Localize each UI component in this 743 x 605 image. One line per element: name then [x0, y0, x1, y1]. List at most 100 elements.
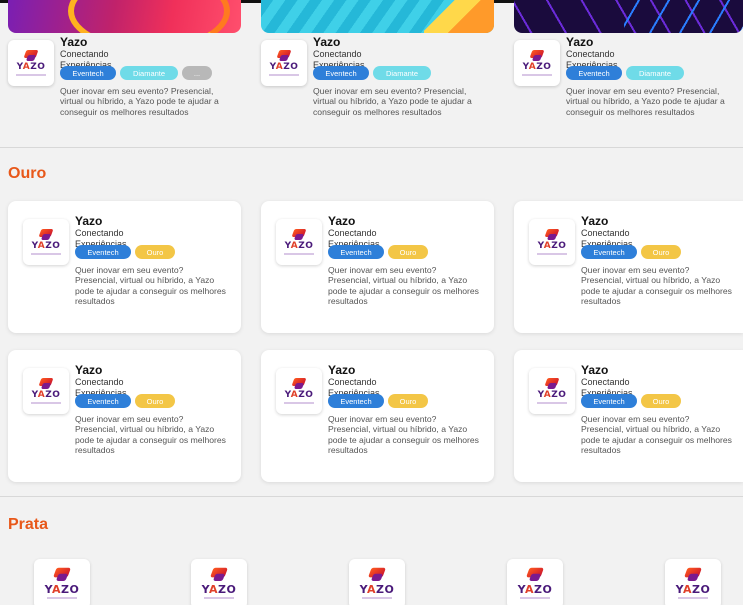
tag-eventech[interactable]: Eventech: [328, 245, 384, 259]
tag-list: Eventech Diamante: [566, 66, 684, 80]
section-title-ouro: Ouro: [8, 165, 47, 182]
yazo-logo-mark: [23, 50, 39, 62]
yazo-logo-icon[interactable]: YAZO: [276, 219, 322, 265]
logo-subline: [284, 253, 314, 255]
yazo-logo-icon[interactable]: YAZO: [514, 40, 560, 86]
yazo-logo-icon[interactable]: YAZO: [34, 559, 90, 605]
tag-eventech[interactable]: Eventech: [75, 245, 131, 259]
tag-eventech[interactable]: Eventech: [328, 394, 384, 408]
yazo-logo-mark: [367, 568, 386, 582]
tag-list: Eventech Ouro: [328, 245, 428, 259]
yazo-logo-icon[interactable]: YAZO: [8, 40, 54, 86]
logo-subline: [16, 74, 46, 76]
yazo-logo-icon[interactable]: YAZO: [23, 368, 69, 414]
logo-subline: [31, 253, 61, 255]
yazo-logo-mark: [544, 229, 560, 241]
logo-subline: [362, 597, 392, 599]
sponsor-name[interactable]: Yazo: [328, 215, 355, 228]
tag-list: Eventech Ouro: [75, 245, 175, 259]
yazo-logo-text: YAZO: [359, 583, 395, 596]
yazo-logo-icon[interactable]: YAZO: [349, 559, 405, 605]
sponsor-name[interactable]: Yazo: [566, 36, 593, 49]
sponsor-description: Quer inovar em seu evento? Presencial, v…: [313, 86, 472, 117]
section-divider: [0, 496, 743, 497]
tag-ouro[interactable]: Ouro: [135, 245, 175, 259]
sponsor-banner-image[interactable]: [8, 0, 241, 33]
sponsor-name[interactable]: Yazo: [75, 215, 102, 228]
yazo-logo-icon[interactable]: YAZO: [529, 219, 575, 265]
section-title-prata: Prata: [8, 516, 49, 533]
tag-list: Eventech Ouro: [581, 245, 681, 259]
yazo-logo-text: YAZO: [284, 241, 314, 251]
tag-ouro[interactable]: Ouro: [135, 394, 175, 408]
yazo-logo-mark: [683, 568, 702, 582]
tag-eventech[interactable]: Eventech: [313, 66, 369, 80]
sponsor-description: Quer inovar em seu evento? Presencial, v…: [60, 86, 219, 117]
tag-ouro[interactable]: Ouro: [641, 245, 681, 259]
sponsor-description: Quer inovar em seu evento? Presencial, v…: [581, 414, 732, 456]
sponsor-description: Quer inovar em seu evento? Presencial, v…: [566, 86, 725, 117]
yazo-logo-text: YAZO: [16, 62, 46, 72]
yazo-logo-icon[interactable]: YAZO: [529, 368, 575, 414]
sponsor-name[interactable]: Yazo: [328, 364, 355, 377]
yazo-logo-mark: [52, 568, 71, 582]
tag-list: Eventech Ouro: [581, 394, 681, 408]
yazo-logo-text: YAZO: [31, 241, 61, 251]
sponsor-description: Quer inovar em seu evento? Presencial, v…: [75, 414, 226, 456]
sponsor-name[interactable]: Yazo: [60, 36, 87, 49]
yazo-logo-text: YAZO: [537, 390, 567, 400]
logo-subline: [678, 597, 708, 599]
tag-eventech[interactable]: Eventech: [60, 66, 116, 80]
section-divider: [0, 147, 743, 148]
yazo-logo-mark: [529, 50, 545, 62]
logo-subline: [537, 253, 567, 255]
sponsor-description: Quer inovar em seu evento? Presencial, v…: [75, 265, 226, 307]
yazo-logo-text: YAZO: [675, 583, 711, 596]
yazo-logo-icon[interactable]: YAZO: [665, 559, 721, 605]
yazo-logo-mark: [38, 229, 54, 241]
tag-ouro[interactable]: Ouro: [388, 245, 428, 259]
tag-eventech[interactable]: Eventech: [75, 394, 131, 408]
yazo-logo-icon[interactable]: YAZO: [261, 40, 307, 86]
yazo-logo-mark: [38, 378, 54, 390]
sponsor-description: Quer inovar em seu evento? Presencial, v…: [328, 414, 479, 456]
logo-subline: [520, 597, 550, 599]
tag-more-button[interactable]: ...: [182, 66, 212, 80]
tag-diamante[interactable]: Diamante: [373, 66, 431, 80]
logo-subline: [269, 74, 299, 76]
logo-subline: [47, 597, 77, 599]
tag-eventech[interactable]: Eventech: [566, 66, 622, 80]
yazo-logo-mark: [276, 50, 292, 62]
logo-subline: [537, 402, 567, 404]
tag-ouro[interactable]: Ouro: [641, 394, 681, 408]
yazo-logo-mark: [544, 378, 560, 390]
logo-subline: [522, 74, 552, 76]
logo-subline: [31, 402, 61, 404]
sponsor-name[interactable]: Yazo: [313, 36, 340, 49]
yazo-logo-icon[interactable]: YAZO: [23, 219, 69, 265]
sponsor-description: Quer inovar em seu evento? Presencial, v…: [581, 265, 732, 307]
sponsor-banner-image[interactable]: [261, 0, 494, 33]
tag-eventech[interactable]: Eventech: [581, 394, 637, 408]
yazo-logo-mark: [525, 568, 544, 582]
tag-list: Eventech Diamante...: [60, 66, 212, 80]
tag-list: Eventech Diamante: [313, 66, 431, 80]
sponsor-banner-image[interactable]: [514, 0, 743, 33]
yazo-logo-mark: [291, 229, 307, 241]
tag-diamante[interactable]: Diamante: [626, 66, 684, 80]
yazo-logo-text: YAZO: [284, 390, 314, 400]
tag-ouro[interactable]: Ouro: [388, 394, 428, 408]
tag-diamante[interactable]: Diamante: [120, 66, 178, 80]
yazo-logo-icon[interactable]: YAZO: [507, 559, 563, 605]
yazo-logo-icon[interactable]: YAZO: [276, 368, 322, 414]
yazo-logo-text: YAZO: [517, 583, 553, 596]
sponsor-description: Quer inovar em seu evento? Presencial, v…: [328, 265, 479, 307]
tag-list: Eventech Ouro: [75, 394, 175, 408]
tag-eventech[interactable]: Eventech: [581, 245, 637, 259]
sponsor-name[interactable]: Yazo: [581, 364, 608, 377]
sponsor-name[interactable]: Yazo: [581, 215, 608, 228]
yazo-logo-text: YAZO: [522, 62, 552, 72]
sponsor-name[interactable]: Yazo: [75, 364, 102, 377]
yazo-logo-icon[interactable]: YAZO: [191, 559, 247, 605]
yazo-logo-text: YAZO: [201, 583, 237, 596]
